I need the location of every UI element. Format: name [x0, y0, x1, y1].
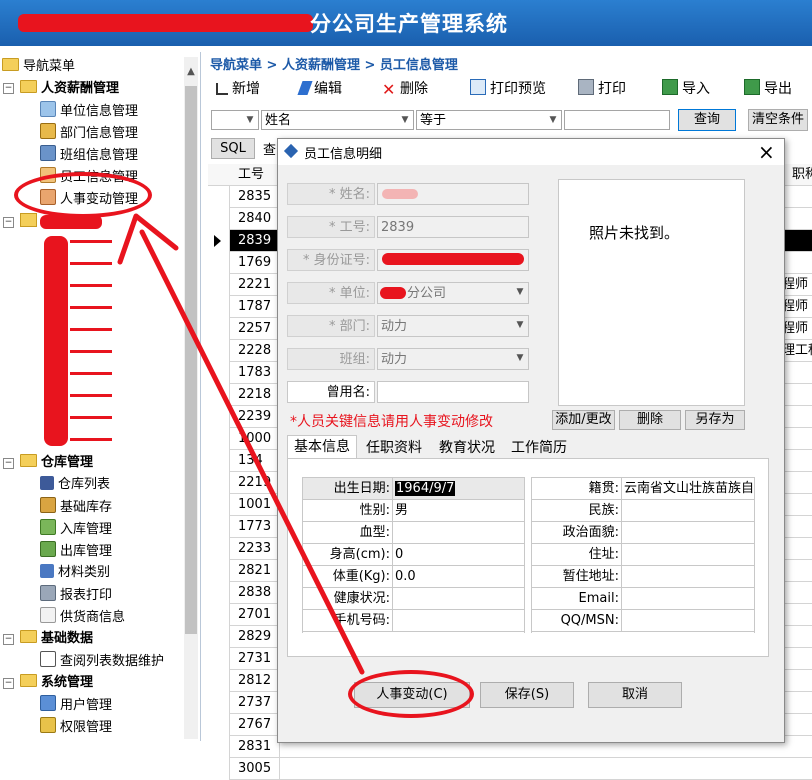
cell-employee-id: 3005	[208, 758, 280, 780]
table-row[interactable]: 3005	[208, 758, 812, 780]
annotation-arrow	[117, 213, 365, 675]
